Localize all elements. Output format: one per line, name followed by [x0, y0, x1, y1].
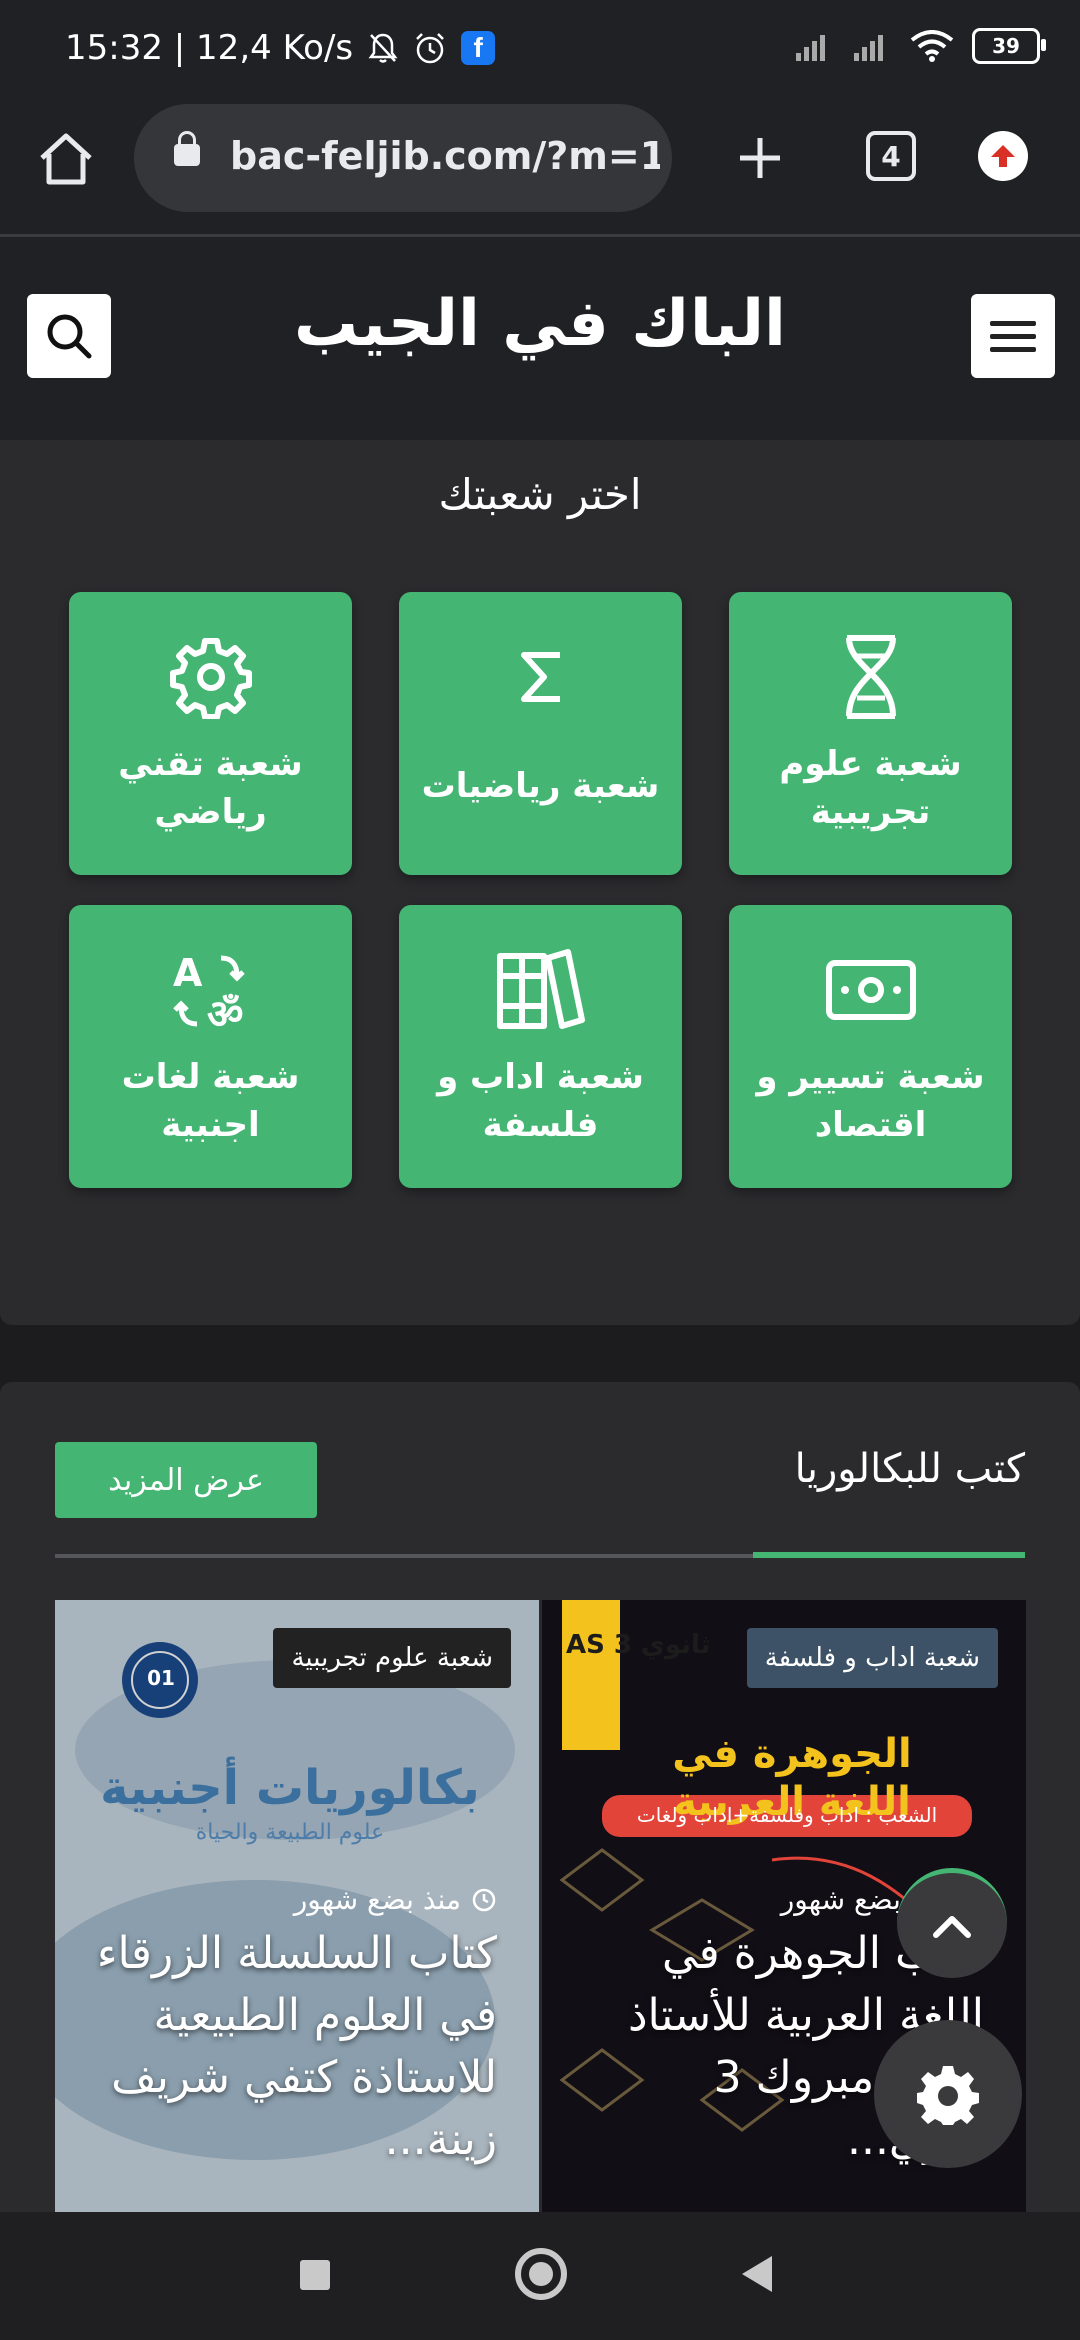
- cover-subtitle: الشعب : اداب وفلسفة+اداب ولغات: [636, 1803, 938, 1827]
- tab-switcher-button[interactable]: 4: [866, 131, 916, 181]
- hamburger-icon: [990, 320, 1036, 326]
- recents-button[interactable]: [300, 2260, 330, 2290]
- settings-fab[interactable]: [874, 2020, 1022, 2168]
- book-time: منذ بضع شهور: [293, 1883, 461, 1916]
- branch-label: شعبة تسيير و اقتصاد: [756, 1057, 985, 1145]
- update-button[interactable]: [978, 131, 1028, 181]
- cover-badge: AS 3 ثانوي: [566, 1630, 711, 1660]
- dna-icon: [845, 635, 896, 719]
- show-more-button[interactable]: عرض المزيد: [55, 1442, 317, 1518]
- branch-card-technical-math[interactable]: شعبة تقني رياضي: [69, 592, 352, 875]
- book-category-tag[interactable]: شعبة علوم تجريبية: [273, 1628, 511, 1688]
- bell-off-icon: [368, 33, 398, 63]
- money-icon: [825, 960, 916, 1020]
- tab-count: 4: [881, 139, 901, 173]
- address-bar[interactable]: bac-feljib.com/?m=1: [134, 104, 672, 212]
- branch-label: شعبة لغات اجنبية: [121, 1057, 300, 1145]
- branch-label: شعبة علوم تجريبية: [779, 744, 962, 832]
- new-tab-icon[interactable]: [730, 128, 790, 188]
- arrow-up-icon: [991, 145, 1015, 167]
- menu-button[interactable]: [971, 294, 1055, 378]
- battery-icon: 39: [972, 28, 1046, 64]
- cover-title: بكالوريات أجنبية: [100, 1760, 480, 1816]
- system-nav-bar: [0, 2212, 1080, 2340]
- facebook-icon: f: [461, 31, 496, 65]
- status-left: 15:32 | 12,4 Ko/s f: [65, 28, 496, 68]
- branch-section: اختر شعبتك شعبة علوم تجريبية شعبة رياضيا…: [0, 440, 1080, 1325]
- book-card[interactable]: 01 بكالوريات أجنبية علوم الطبيعة والحياة…: [55, 1600, 539, 2222]
- section-divider-accent: [753, 1552, 1025, 1558]
- browser-toolbar: bac-feljib.com/?m=1 4: [0, 100, 1080, 237]
- branch-label: شعبة تقني رياضي: [118, 744, 303, 832]
- branch-card-management-economics[interactable]: شعبة تسيير و اقتصاد: [729, 905, 1012, 1188]
- book-title[interactable]: كتاب السلسلة الزرقاء في العلوم الطبيعية …: [77, 1923, 497, 2171]
- cover-subtitle: علوم الطبيعة والحياة: [195, 1820, 385, 1845]
- home-icon[interactable]: [34, 128, 98, 192]
- gear-icon: [917, 2066, 979, 2125]
- url-text[interactable]: bac-feljib.com/?m=1: [230, 134, 660, 178]
- branch-card-mathematics[interactable]: شعبة رياضيات: [399, 592, 682, 875]
- branch-card-literature-philosophy[interactable]: شعبة اداب و فلسفة: [399, 905, 682, 1188]
- status-right: 39: [794, 28, 1046, 64]
- svg-text:A: A: [173, 951, 203, 995]
- clock-icon: [472, 1888, 496, 1911]
- back-button[interactable]: [742, 2256, 772, 2292]
- alarm-icon: [416, 33, 445, 64]
- book-category-tag[interactable]: شعبة اداب و فلسفة: [746, 1628, 998, 1688]
- status-time: 15:32 | 12,4 Ko/s: [65, 28, 354, 68]
- sigma-icon: [520, 652, 560, 702]
- gear-icon: [169, 638, 252, 719]
- books-icon: [496, 949, 585, 1029]
- home-nav-button[interactable]: [515, 2248, 567, 2300]
- scroll-top-button[interactable]: [897, 1868, 1007, 1978]
- chevron-up-icon: [933, 1915, 971, 1938]
- svg-text:ॐ: ॐ: [207, 992, 243, 1032]
- signal-icon: [796, 35, 825, 61]
- lock-icon: [174, 131, 200, 166]
- cover-badge: 01: [147, 1666, 175, 1690]
- book-meta: منذ بضع شهور: [294, 1883, 497, 1916]
- site-title[interactable]: الباك في الجيب: [0, 287, 1080, 361]
- books-heading: كتب للبكالوريا: [794, 1446, 1025, 1492]
- branch-label: شعبة رياضيات: [421, 766, 660, 806]
- status-bar: 15:32 | 12,4 Ko/s f 39: [0, 0, 1080, 100]
- branch-heading: اختر شعبتك: [438, 470, 642, 519]
- translate-icon: Aॐ: [173, 951, 245, 1032]
- wifi-icon: [910, 30, 954, 62]
- branch-label: شعبة اداب و فلسفة: [437, 1057, 644, 1145]
- branch-card-foreign-languages[interactable]: Aॐ شعبة لغات اجنبية: [69, 905, 352, 1188]
- signal-icon: [854, 35, 883, 61]
- site-header: الباك في الجيب: [0, 237, 1080, 440]
- battery-level: 39: [992, 34, 1020, 58]
- branch-card-experimental-sciences[interactable]: شعبة علوم تجريبية: [729, 592, 1012, 875]
